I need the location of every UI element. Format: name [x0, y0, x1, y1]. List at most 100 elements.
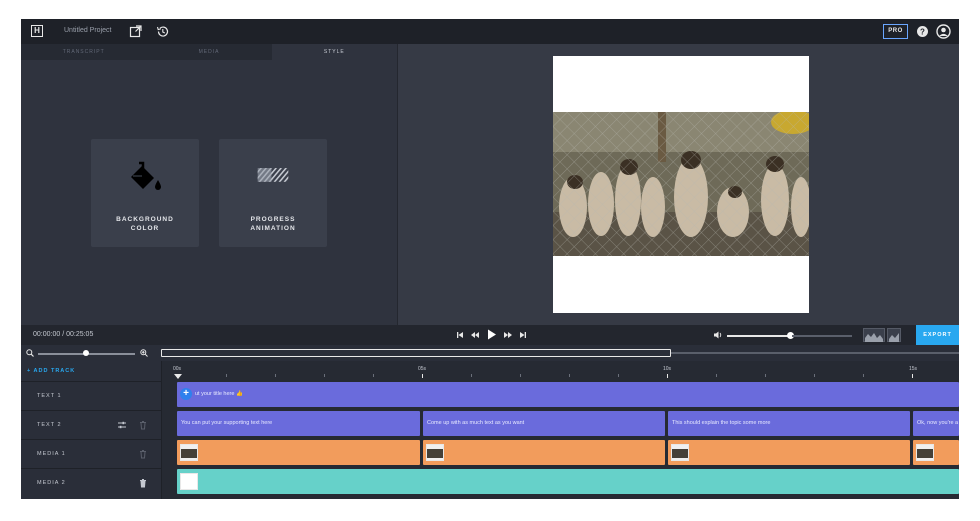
lane-text-1: + ut your title here 👍: [177, 382, 959, 407]
lane-text-2: You can put your supporting text here Co…: [177, 411, 959, 436]
ruler-tick: [275, 374, 276, 377]
track-header-media-2: MEDIA 2: [21, 468, 162, 499]
media-clip[interactable]: [668, 440, 910, 465]
track-delete-icon[interactable]: [138, 420, 148, 430]
ruler-tick: [765, 374, 766, 377]
pro-badge[interactable]: PRO: [883, 24, 908, 39]
text-clip[interactable]: You can put your supporting text here: [177, 411, 420, 436]
card-label-line2: ANIMATION: [250, 225, 296, 232]
clip-text: This should explain the topic some more: [672, 420, 771, 426]
skip-to-start-icon[interactable]: [455, 330, 465, 340]
ruler-tick: [226, 374, 227, 377]
lane-media-2: [177, 469, 959, 494]
zoom-out-icon[interactable]: [26, 349, 34, 357]
skip-to-end-icon[interactable]: [518, 330, 528, 340]
card-label-line1: PROGRESS: [250, 216, 296, 223]
ruler-label: 10s: [663, 366, 672, 372]
clip-thumbnail: [916, 444, 934, 461]
history-icon[interactable]: [156, 25, 169, 38]
volume-slider-track[interactable]: [727, 335, 789, 337]
text-clip[interactable]: This should explain the topic some more: [668, 411, 910, 436]
volume-icon[interactable]: [713, 330, 723, 340]
timeline-scroll-track[interactable]: [671, 352, 959, 354]
background-color-card[interactable]: BACKGROUND COLOR: [91, 139, 199, 247]
clip-text: Ok, now you're a: [917, 420, 959, 426]
fast-forward-icon[interactable]: [503, 330, 513, 340]
track-header-text-1: TEXT 1: [21, 381, 162, 410]
ruler-label: 15s: [909, 366, 918, 372]
ruler-tick: [520, 374, 521, 377]
ruler-tick: [324, 374, 325, 377]
video-frame[interactable]: [553, 112, 809, 256]
progress-stripes-icon: [257, 168, 289, 182]
app-logo[interactable]: H: [31, 25, 43, 37]
preview-canvas[interactable]: [553, 56, 809, 313]
clip-thumbnail: [671, 444, 689, 461]
media-clip[interactable]: [177, 469, 959, 494]
volume-slider-rest: [792, 335, 852, 337]
clip-thumbnail: [180, 444, 198, 461]
track-name: TEXT 2: [37, 422, 62, 428]
left-panel: TRANSCRIPT MEDIA STYLE BACKGROUND COLOR: [21, 44, 397, 325]
text-clip[interactable]: Ok, now you're a: [913, 411, 959, 436]
ruler-tick: [618, 374, 619, 377]
timeline-ruler[interactable]: 00s 05s 10s 15s: [162, 361, 959, 381]
clip-text: You can put your supporting text here: [181, 420, 273, 426]
add-track-button[interactable]: + ADD TRACK: [27, 368, 75, 374]
ruler-label: 00s: [173, 366, 182, 372]
track-delete-icon[interactable]: [138, 449, 148, 459]
view-toggle-button[interactable]: [887, 328, 901, 342]
video-preview: [397, 44, 959, 325]
track-name: TEXT 1: [37, 393, 62, 399]
export-button[interactable]: EXPORT: [916, 325, 959, 345]
track-delete-icon[interactable]: [138, 478, 148, 488]
ruler-tick: [569, 374, 570, 377]
track-settings-icon[interactable]: [117, 420, 127, 430]
lane-media-1: [177, 440, 959, 465]
media-clip[interactable]: [423, 440, 665, 465]
tab-media[interactable]: MEDIA: [146, 44, 272, 60]
panel-tabs: TRANSCRIPT MEDIA STYLE: [21, 44, 397, 60]
tab-transcript[interactable]: TRANSCRIPT: [21, 44, 147, 60]
add-clip-icon[interactable]: +: [180, 388, 192, 400]
project-title[interactable]: Untitled Project: [64, 27, 111, 34]
progress-animation-label: PROGRESS ANIMATION: [219, 215, 327, 233]
app-window: H Untitled Project PRO ? TRANSCRIPT MEDI…: [21, 19, 959, 499]
track-headers: + ADD TRACK TEXT 1 TEXT 2 MEDIA 1 MEDIA …: [21, 361, 162, 499]
text-clip[interactable]: + ut your title here 👍: [177, 382, 959, 407]
ruler-tick: [863, 374, 864, 377]
tab-style[interactable]: STYLE: [271, 44, 397, 60]
clip-thumbnail: [426, 444, 444, 461]
text-clip[interactable]: Come up with as much text as you want: [423, 411, 665, 436]
timeline-scroll-window[interactable]: [161, 349, 671, 357]
card-label-line1: BACKGROUND: [116, 216, 174, 223]
track-header-text-2: TEXT 2: [21, 410, 162, 439]
external-link-icon[interactable]: [129, 25, 142, 38]
track-name: MEDIA 2: [37, 480, 66, 486]
card-label-line2: COLOR: [130, 225, 160, 232]
waveform-view-button[interactable]: [863, 328, 885, 342]
ruler-tick: [471, 374, 472, 377]
ruler-tick: [667, 374, 668, 378]
timecode: 00:00:00 / 00:25:05: [33, 331, 94, 338]
clip-text: ut your title here 👍: [195, 391, 243, 397]
rewind-icon[interactable]: [470, 330, 480, 340]
clip-thumbnail: [180, 473, 198, 490]
waveform-icon: [865, 333, 883, 342]
background-color-label: BACKGROUND COLOR: [91, 215, 199, 233]
progress-animation-card[interactable]: PROGRESS ANIMATION: [219, 139, 327, 247]
play-icon[interactable]: [485, 328, 498, 341]
media-clip[interactable]: [913, 440, 959, 465]
account-icon[interactable]: [936, 24, 951, 39]
ruler-tick: [422, 374, 423, 378]
zoom-in-icon[interactable]: [140, 349, 148, 357]
help-icon[interactable]: ?: [916, 25, 929, 38]
view-toggle-icon: [889, 333, 899, 342]
ruler-tick: [716, 374, 717, 377]
playhead[interactable]: [174, 374, 182, 379]
top-bar: H Untitled Project PRO ?: [21, 19, 959, 44]
track-header-media-1: MEDIA 1: [21, 439, 162, 468]
zoom-slider-thumb[interactable]: [83, 350, 89, 356]
ruler-label: 05s: [418, 366, 427, 372]
media-clip[interactable]: [177, 440, 420, 465]
